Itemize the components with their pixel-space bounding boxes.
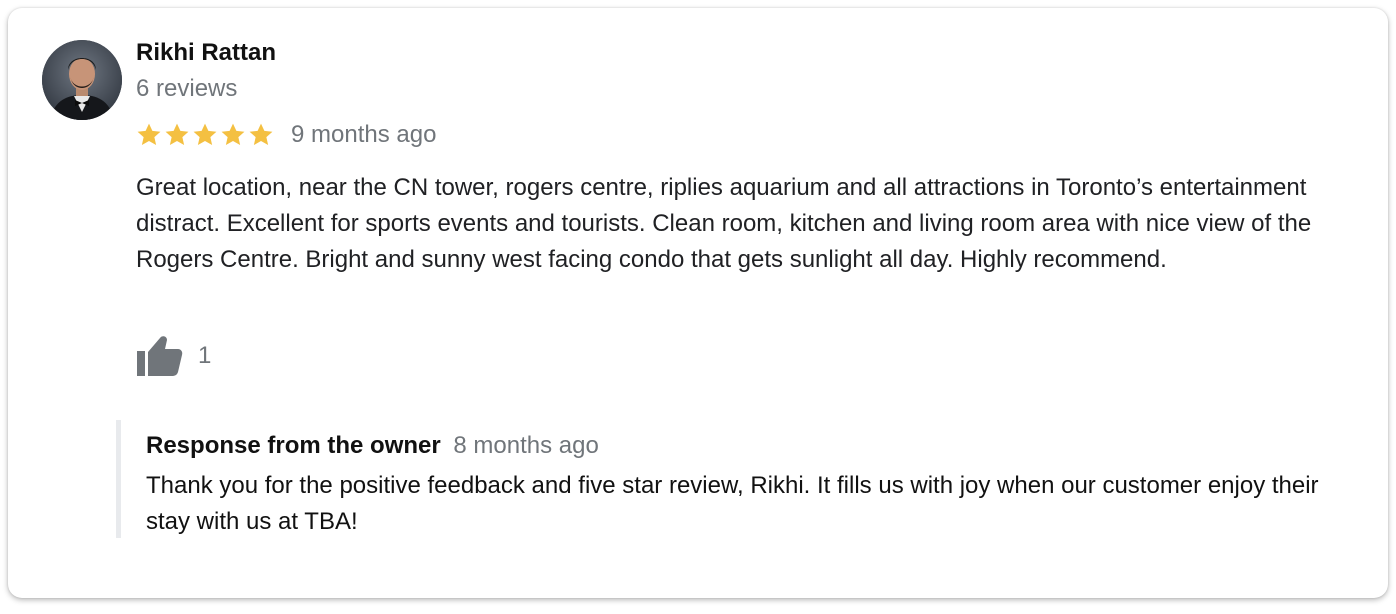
owner-response-header: Response from the owner 8 months ago xyxy=(146,432,599,460)
owner-response-title: Response from the owner xyxy=(146,432,441,459)
author-name[interactable]: Rikhi Rattan xyxy=(136,39,276,67)
like-count: 1 xyxy=(198,342,212,369)
review-card: Rikhi Rattan 6 reviews 9 months ago Grea… xyxy=(8,8,1388,598)
star-icon xyxy=(163,121,191,149)
thumbs-up-icon[interactable] xyxy=(136,334,184,378)
owner-response-text: Thank you for the positive feedback and … xyxy=(146,472,1319,535)
like-row: 1 xyxy=(136,334,211,378)
star-icon xyxy=(135,121,163,149)
star-rating xyxy=(135,121,275,149)
review-time-ago: 9 months ago xyxy=(291,121,437,148)
review-text: Great location, near the CN tower, roger… xyxy=(136,174,1312,273)
star-icon xyxy=(219,121,247,149)
rating-row: 9 months ago xyxy=(135,119,436,151)
author-review-count[interactable]: 6 reviews xyxy=(136,75,237,103)
star-icon xyxy=(191,121,219,149)
owner-response-time-ago: 8 months ago xyxy=(453,432,599,459)
avatar[interactable] xyxy=(42,40,122,120)
star-icon xyxy=(247,121,275,149)
owner-response: Response from the owner 8 months ago Tha… xyxy=(116,420,1356,538)
